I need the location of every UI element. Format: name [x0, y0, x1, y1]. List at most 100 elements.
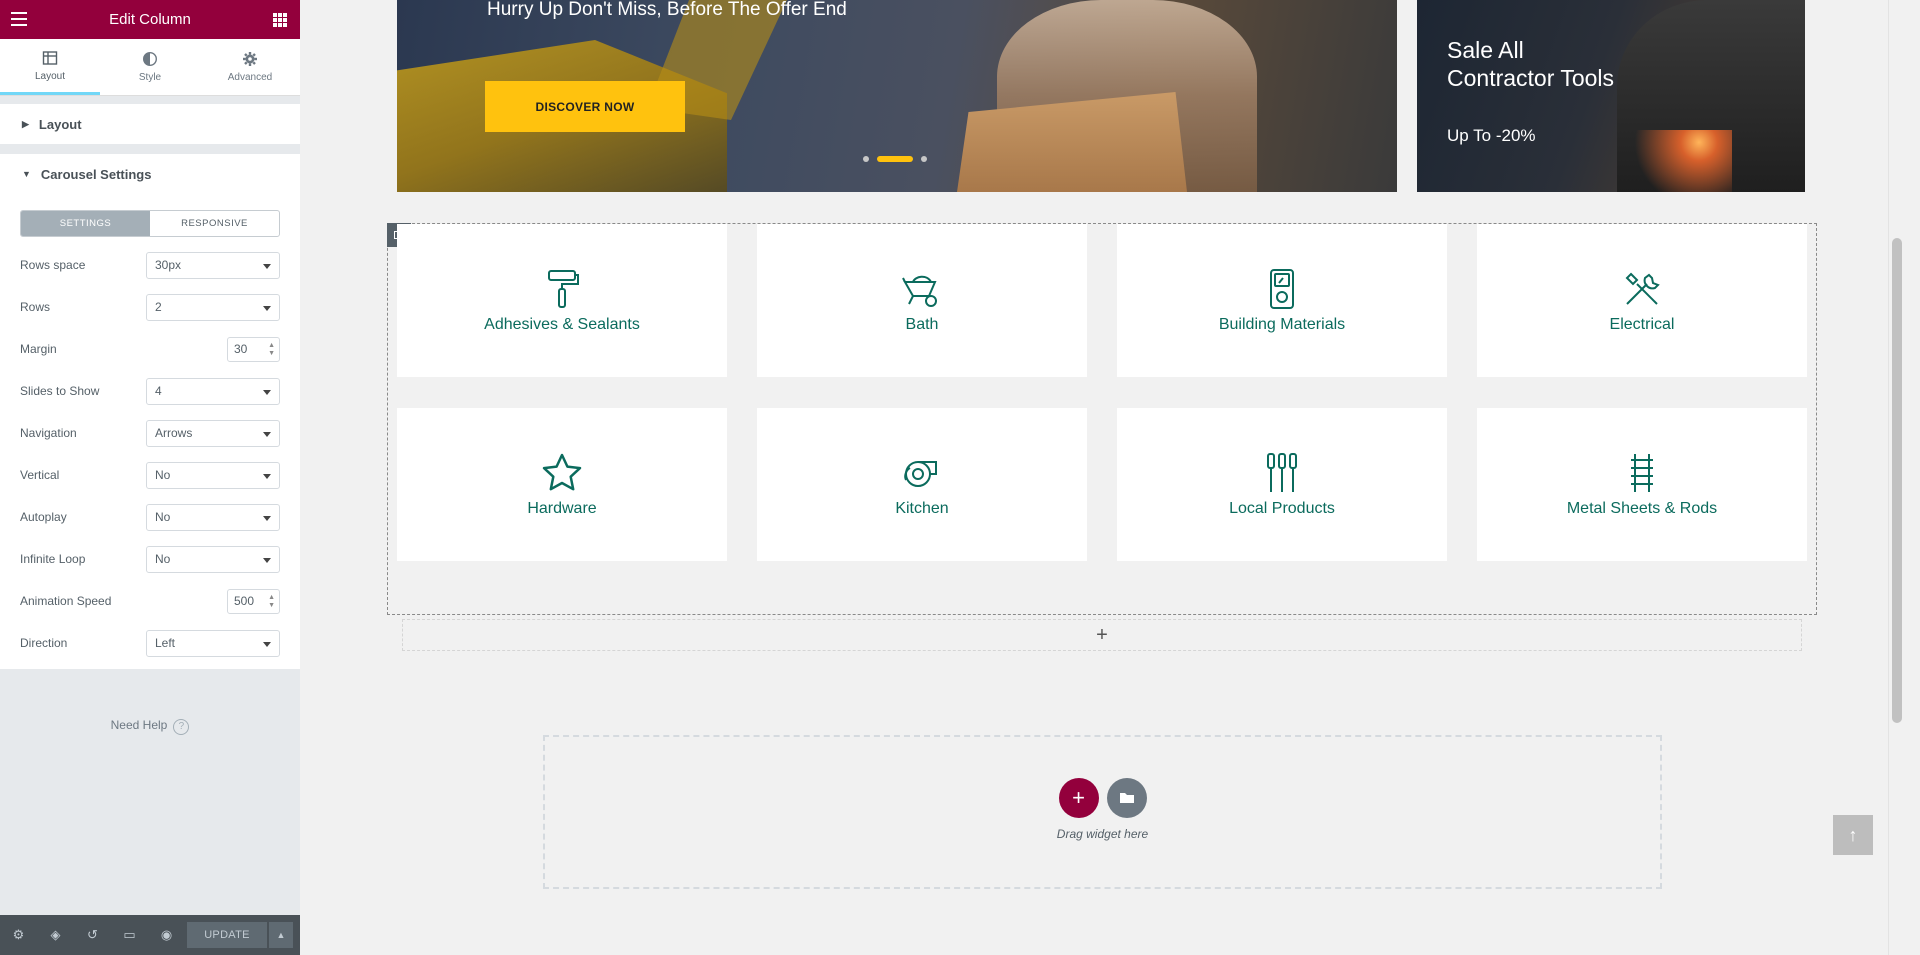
category-card[interactable]: Local Products	[1117, 408, 1447, 561]
preview-eye-icon[interactable]: ◉	[148, 915, 185, 955]
layout-icon	[42, 50, 58, 65]
responsive-tab[interactable]: RESPONSIVE	[150, 211, 279, 236]
category-name: Kitchen	[895, 499, 949, 517]
promo-title-line2: Contractor Tools	[1447, 65, 1615, 91]
navigator-layers-icon[interactable]: ◈	[37, 915, 74, 955]
section-carousel-toggle[interactable]: ▼ Carousel Settings	[0, 154, 300, 194]
tab-style-label: Style	[138, 72, 162, 83]
screwdrivers-icon	[1267, 452, 1297, 492]
need-help-link[interactable]: Need Help?	[0, 718, 300, 735]
discover-now-button[interactable]: DISCOVER NOW	[485, 81, 685, 132]
multimeter-icon	[1270, 268, 1294, 309]
update-button[interactable]: UPDATE	[187, 922, 267, 948]
settings-gear-icon[interactable]: ⚙	[0, 915, 37, 955]
category-name: Adhesives & Sealants	[484, 315, 640, 333]
navigation-select[interactable]: Arrows	[146, 419, 280, 447]
wheelbarrow-icon	[902, 275, 937, 307]
update-options-chevron-icon[interactable]: ▲	[269, 922, 293, 948]
slides-to-show-select[interactable]: 4	[146, 377, 280, 405]
category-name: Hardware	[527, 499, 597, 517]
slider-dot-active[interactable]	[877, 156, 913, 162]
tab-style[interactable]: Style	[100, 39, 200, 95]
add-widget-plus-icon[interactable]: +	[1058, 777, 1099, 818]
category-card[interactable]: Metal Sheets & Rods	[1477, 408, 1807, 561]
panel-header: Edit Column	[0, 0, 300, 39]
slides-to-show-control: Slides to Show 4	[20, 377, 280, 405]
folder-icon[interactable]	[1106, 777, 1147, 818]
autoplay-select[interactable]: No	[146, 503, 280, 531]
autoplay-label: Autoplay	[20, 510, 67, 524]
slides-to-show-label: Slides to Show	[20, 384, 100, 398]
section-carousel-label: Carousel Settings	[40, 166, 152, 182]
rows-select[interactable]: 2	[146, 293, 280, 321]
category-card[interactable]: Building Materials	[1117, 224, 1447, 377]
section-layout-label: Layout	[38, 116, 82, 132]
metal-sheets-icon	[1631, 453, 1653, 492]
animation-speed-control: Animation Speed 500 ▲ ▼	[20, 587, 280, 615]
editor-panel: Edit Column Layout Style Advanced ▶ Layo…	[0, 0, 300, 955]
section-layout-toggle[interactable]: ▶ Layout	[0, 104, 300, 144]
star-icon	[542, 453, 582, 490]
infinite-loop-select[interactable]: No	[146, 545, 280, 573]
carousel-controls: SETTINGS RESPONSIVE Rows space 30px Rows…	[0, 193, 300, 669]
panel-title: Edit Column	[109, 11, 191, 28]
margin-control: Margin 30 ▲ ▼	[20, 335, 280, 363]
promo-subtitle: Up To -20%	[1447, 126, 1536, 145]
page-scrollbar[interactable]	[1888, 0, 1904, 955]
preview-canvas: Hurry Up Don't Miss, Before The Offer En…	[300, 0, 1904, 955]
paint-roller-icon	[548, 269, 579, 308]
slider-dot[interactable]	[863, 156, 869, 162]
hero-tagline: Hurry Up Don't Miss, Before The Offer En…	[487, 0, 847, 20]
widget-drop-zone[interactable]: + Drag widget here	[543, 735, 1662, 889]
style-icon	[142, 51, 158, 67]
panel-footer: ⚙ ◈ ↺ ▭ ◉ UPDATE ▲	[0, 915, 300, 955]
responsive-mode-icon[interactable]: ▭	[111, 915, 148, 955]
stepper-icon[interactable]: ▲ ▼	[268, 594, 275, 610]
slider-dots	[863, 156, 927, 162]
direction-select[interactable]: Left	[146, 629, 280, 657]
navigation-label: Navigation	[20, 426, 77, 440]
category-card[interactable]: Kitchen	[757, 408, 1087, 561]
scrollbar-thumb[interactable]	[1892, 238, 1902, 723]
sparks-image	[1622, 130, 1732, 192]
slider-dot[interactable]	[921, 156, 927, 162]
rows-space-select[interactable]: 30px	[146, 251, 280, 279]
rows-space-label: Rows space	[20, 258, 86, 272]
history-icon[interactable]: ↺	[74, 915, 111, 955]
autoplay-control: Autoplay No	[20, 503, 280, 531]
drop-zone-hint: Drag widget here	[1056, 826, 1149, 841]
stepper-icon[interactable]: ▲ ▼	[268, 342, 275, 358]
add-section-plus-icon[interactable]: +	[402, 619, 1802, 651]
need-help-label: Need Help	[110, 718, 168, 732]
tab-layout-label: Layout	[34, 70, 66, 82]
wrench-screwdriver-icon	[1625, 272, 1660, 305]
promo-title-line1: Sale All	[1447, 37, 1524, 63]
category-card[interactable]: Bath	[757, 224, 1087, 377]
animation-speed-value: 500	[234, 594, 255, 608]
side-promo-banner[interactable]: Sale All Contractor Tools Up To -20%	[1417, 0, 1805, 192]
caret-right-icon: ▶	[22, 118, 29, 129]
help-icon: ?	[173, 719, 190, 735]
panel-tabs: Layout Style Advanced	[0, 39, 300, 96]
direction-control: Direction Left	[20, 629, 280, 657]
tab-advanced[interactable]: Advanced	[200, 39, 300, 95]
category-card[interactable]: Hardware	[397, 408, 727, 561]
category-card[interactable]: Adhesives & Sealants	[397, 224, 727, 377]
settings-tab[interactable]: SETTINGS	[21, 211, 150, 236]
cardboard-box-image	[957, 92, 1187, 192]
vertical-select[interactable]: No	[146, 461, 280, 489]
back-to-top-arrow-icon[interactable]: ↑	[1833, 815, 1873, 855]
widgets-grid-icon[interactable]	[273, 13, 287, 27]
animation-speed-input[interactable]: 500 ▲ ▼	[227, 588, 280, 614]
margin-value: 30	[234, 342, 248, 356]
category-card[interactable]: Electrical	[1477, 224, 1807, 377]
gear-icon	[243, 52, 257, 66]
promo-title: Sale All Contractor Tools	[1447, 36, 1614, 92]
tab-layout[interactable]: Layout	[0, 39, 100, 95]
category-name: Metal Sheets & Rods	[1566, 499, 1718, 517]
margin-input[interactable]: 30 ▲ ▼	[227, 336, 280, 362]
rows-space-control: Rows space 30px	[20, 251, 280, 279]
infinite-loop-control: Infinite Loop No	[20, 545, 280, 573]
hamburger-menu-icon[interactable]	[11, 12, 27, 26]
direction-label: Direction	[20, 636, 68, 650]
